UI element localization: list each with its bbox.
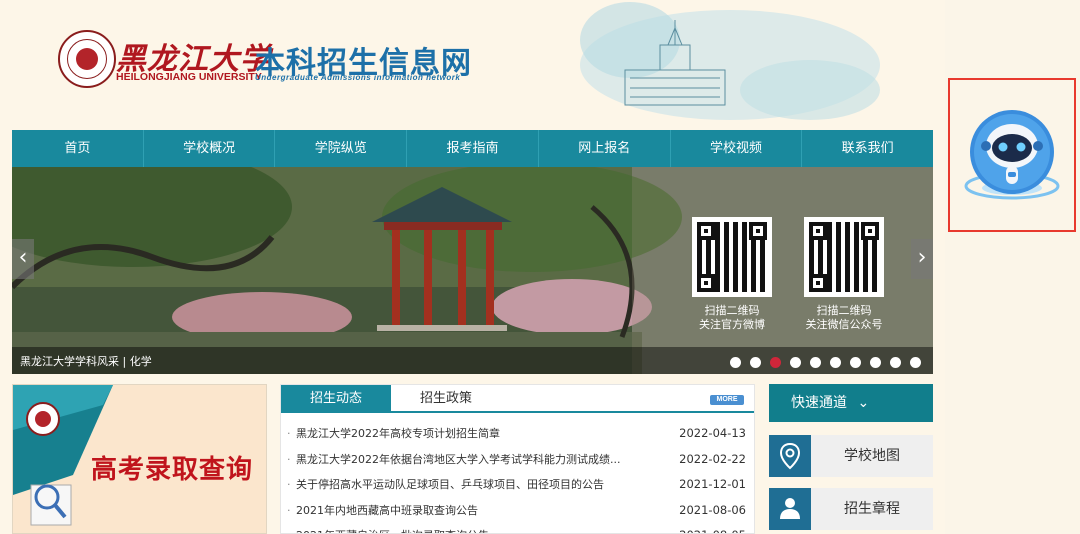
person-icon — [769, 488, 811, 530]
tab-admission-policy[interactable]: 招生政策 — [391, 385, 501, 413]
more-button[interactable]: MORE — [710, 395, 744, 405]
news-item-date: 2021-08-05 — [679, 523, 746, 533]
quick-item-label: 招生章程 — [844, 501, 900, 517]
news-item[interactable]: · 关于停招高水平运动队足球项目、乒乓球项目、田径项目的公告 2021-12-0… — [281, 472, 754, 498]
carousel-dot[interactable] — [870, 357, 881, 368]
news-item-title[interactable]: 2021年西藏自治区一批次录取查询公告 — [296, 523, 646, 533]
banner-photo-pavilion — [12, 167, 933, 374]
carousel-next-button[interactable]: › — [911, 239, 933, 279]
nav-item-home[interactable]: 首页 — [12, 130, 144, 167]
qr-label-weibo: 扫描二维码 关注官方微博 — [699, 304, 765, 331]
news-item-title[interactable]: 黑龙江大学2022年依据台湾地区大学入学考试学科能力测试成绩... — [296, 447, 646, 473]
nav-item-online-registration[interactable]: 网上报名 — [539, 130, 671, 167]
news-item-title[interactable]: 黑龙江大学2022年高校专项计划招生简章 — [296, 421, 646, 447]
nav-item-colleges[interactable]: 学院纵览 — [275, 130, 408, 167]
quick-item-admission-charter[interactable]: 招生章程 — [769, 488, 933, 530]
news-item[interactable]: · 2021年西藏自治区一批次录取查询公告 2021-08-05 — [281, 523, 754, 533]
tab-admission-news[interactable]: 招生动态 — [281, 385, 391, 413]
qr-label-wechat: 扫描二维码 关注微信公众号 — [805, 304, 883, 331]
nav-item-school-overview[interactable]: 学校概况 — [144, 130, 276, 167]
university-name-en: HEILONGJIANG UNIVERSITY — [116, 71, 262, 83]
page: 黑龙江大学 HEILONGJIANG UNIVERSITY 本科招生信息网 Un… — [0, 0, 945, 534]
site-subtitle: Undergraduate Admissions information net… — [255, 73, 461, 82]
news-panel: 招生动态 招生政策 MORE · 黑龙江大学2022年高校专项计划招生简章 20… — [280, 384, 755, 534]
robot-assistant-button[interactable] — [948, 78, 1076, 232]
nav-item-school-video[interactable]: 学校视频 — [671, 130, 803, 167]
carousel-dot[interactable] — [750, 357, 761, 368]
carousel-dot[interactable] — [890, 357, 901, 368]
chevron-down-icon: ⌄ — [857, 395, 870, 411]
banner-caption: 黑龙江大学学科风采 | 化学 — [20, 355, 152, 368]
carousel-prev-button[interactable]: ‹ — [12, 239, 34, 279]
main-nav: 首页 学校概况 学院纵览 报考指南 网上报名 学校视频 联系我们 — [12, 130, 933, 167]
news-tabs: 招生动态 招生政策 MORE — [281, 385, 754, 413]
map-pin-icon — [769, 435, 811, 477]
carousel-dots — [730, 357, 921, 368]
qr-code-wechat — [804, 217, 884, 297]
news-item-title[interactable]: 2021年内地西藏高中班录取查询公告 — [296, 498, 646, 524]
news-item[interactable]: · 2021年内地西藏高中班录取查询公告 2021-08-06 — [281, 498, 754, 524]
carousel-dot[interactable] — [830, 357, 841, 368]
nav-item-contact[interactable]: 联系我们 — [802, 130, 933, 167]
qr-code-weibo — [692, 217, 772, 297]
news-item-date: 2022-04-13 — [679, 426, 746, 440]
news-item-date: 2021-12-01 — [679, 477, 746, 491]
banner-carousel[interactable]: 扫描二维码 关注官方微博 扫描二维码 关注微信公众号 ‹ › 黑龙江大学学科风采… — [12, 167, 933, 374]
gaokao-query-card[interactable]: 高考录取查询 — [12, 384, 267, 534]
quick-channel-header[interactable]: 快速通道 ⌄ — [769, 384, 933, 422]
news-item[interactable]: · 黑龙江大学2022年依据台湾地区大学入学考试学科能力测试成绩... 2022… — [281, 447, 754, 473]
carousel-dot[interactable] — [810, 357, 821, 368]
news-item-date: 2021-08-06 — [679, 502, 746, 517]
quick-item-label: 学校地图 — [844, 448, 900, 464]
quick-channel: 快速通道 ⌄ 学校地图 招生章程 — [769, 384, 933, 534]
carousel-dot[interactable] — [770, 357, 781, 368]
university-seal-logo[interactable] — [58, 30, 116, 88]
carousel-dot[interactable] — [730, 357, 741, 368]
carousel-dot[interactable] — [910, 357, 921, 368]
quick-channel-title: 快速通道 — [791, 395, 847, 411]
carousel-dot[interactable] — [790, 357, 801, 368]
quick-item-campus-map[interactable]: 学校地图 — [769, 435, 933, 477]
gaokao-query-label[interactable]: 高考录取查询 — [91, 449, 253, 486]
nav-item-application-guide[interactable]: 报考指南 — [407, 130, 539, 167]
news-item-date: 2022-02-22 — [679, 451, 746, 466]
robot-assistant-icon — [964, 110, 1060, 200]
news-item[interactable]: · 黑龙江大学2022年高校专项计划招生简章 2022-04-13 — [281, 421, 754, 447]
campus-building-illustration — [580, 2, 880, 120]
site-header: 黑龙江大学 HEILONGJIANG UNIVERSITY 本科招生信息网 Un… — [0, 0, 945, 130]
news-item-title[interactable]: 关于停招高水平运动队足球项目、乒乓球项目、田径项目的公告 — [296, 472, 646, 498]
news-list: · 黑龙江大学2022年高校专项计划招生简章 2022-04-13 · 黑龙江大… — [281, 421, 754, 533]
carousel-dot[interactable] — [850, 357, 861, 368]
